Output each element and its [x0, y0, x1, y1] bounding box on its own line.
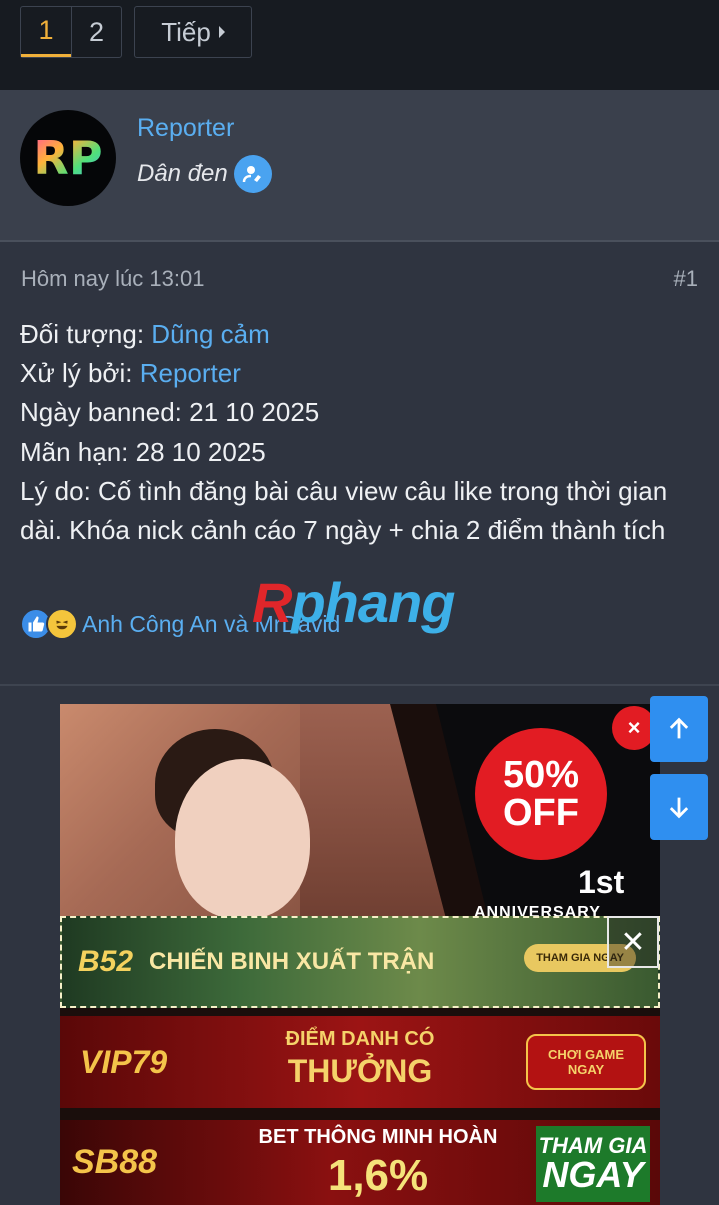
next-page-label: Tiếp: [161, 16, 211, 47]
haha-reaction-icon: [46, 608, 78, 640]
user-card: RP Reporter Dân đen: [0, 90, 719, 242]
page-buttons: 1 2: [20, 6, 122, 58]
ad-photo-face: [175, 759, 310, 919]
post-line-banned: Ngày banned: 21 10 2025: [20, 397, 320, 428]
username-link[interactable]: Reporter: [137, 114, 234, 143]
avatar-initials: RP: [33, 131, 102, 185]
scroll-to-bottom-button[interactable]: [650, 774, 708, 840]
ad-banner-vip79[interactable]: VIP79 ĐIỂM DANH CÓ THƯỞNG CHƠI GAME NGAY: [60, 1016, 660, 1108]
site-watermark: Rphang: [252, 571, 455, 634]
ad-banner-b52[interactable]: B52 CHIẾN BINH XUẤT TRẬN THAM GIA NGAY: [60, 916, 660, 1008]
sb88-cta-button[interactable]: THAM GIA NGAY: [536, 1126, 650, 1202]
vip79-headline: ĐIỂM DANH CÓ THƯỞNG: [285, 1028, 435, 1089]
subject-link[interactable]: Dũng cảm: [151, 319, 270, 349]
user-title-text: Dân đen: [137, 160, 228, 187]
post-line-reason: Lý do: Cố tình đăng bài câu view câu lik…: [20, 475, 668, 546]
scroll-to-top-button[interactable]: [650, 696, 708, 762]
user-badge-icon: [233, 155, 272, 193]
vip79-cta-button[interactable]: CHƠI GAME NGAY: [526, 1034, 646, 1090]
avatar[interactable]: RP: [20, 110, 116, 206]
anniversary-number: 1st: [578, 864, 625, 900]
b52-headline: CHIẾN BINH XUẤT TRẬN: [149, 948, 435, 975]
arrow-up-icon: [669, 717, 689, 739]
post-permalink[interactable]: #1: [674, 266, 698, 292]
handler-link[interactable]: Reporter: [140, 358, 241, 388]
post-line-handler: Xử lý bởi: Reporter: [20, 358, 241, 389]
post-line-expiry: Mãn hạn: 28 10 2025: [20, 436, 266, 467]
page-1-button[interactable]: 1: [21, 7, 71, 57]
post-body: Đối tượng: Dũng cảm Xử lý bởi: Reporter …: [20, 315, 680, 550]
vip79-logo: VIP79: [80, 1043, 168, 1080]
user-title: Dân đen: [137, 155, 272, 193]
pagination-bar: 1 2 Tiếp: [0, 0, 719, 90]
ad-banner-sb88[interactable]: SB88 BET THÔNG MINH HOÀN 1,6% THAM GIA N…: [60, 1120, 660, 1205]
avatar-logo: RP: [33, 131, 102, 185]
sb88-logo: SB88: [72, 1143, 158, 1181]
discount-badge: 50% OFF: [475, 728, 607, 860]
arrow-down-icon: [669, 797, 689, 819]
post-line-subject: Đối tượng: Dũng cảm: [20, 319, 270, 349]
post-timestamp[interactable]: Hôm nay lúc 13:01: [21, 266, 204, 292]
caret-right-icon: [218, 26, 225, 38]
b52-logo: B52: [78, 945, 134, 978]
next-page-button[interactable]: Tiếp: [134, 6, 252, 58]
page-2-button[interactable]: 2: [71, 7, 121, 57]
banner-close-icon[interactable]: ✕: [607, 916, 659, 968]
ad-photo-background: [300, 704, 450, 934]
sb88-headline: BET THÔNG MINH HOÀN 1,6%: [258, 1126, 498, 1200]
